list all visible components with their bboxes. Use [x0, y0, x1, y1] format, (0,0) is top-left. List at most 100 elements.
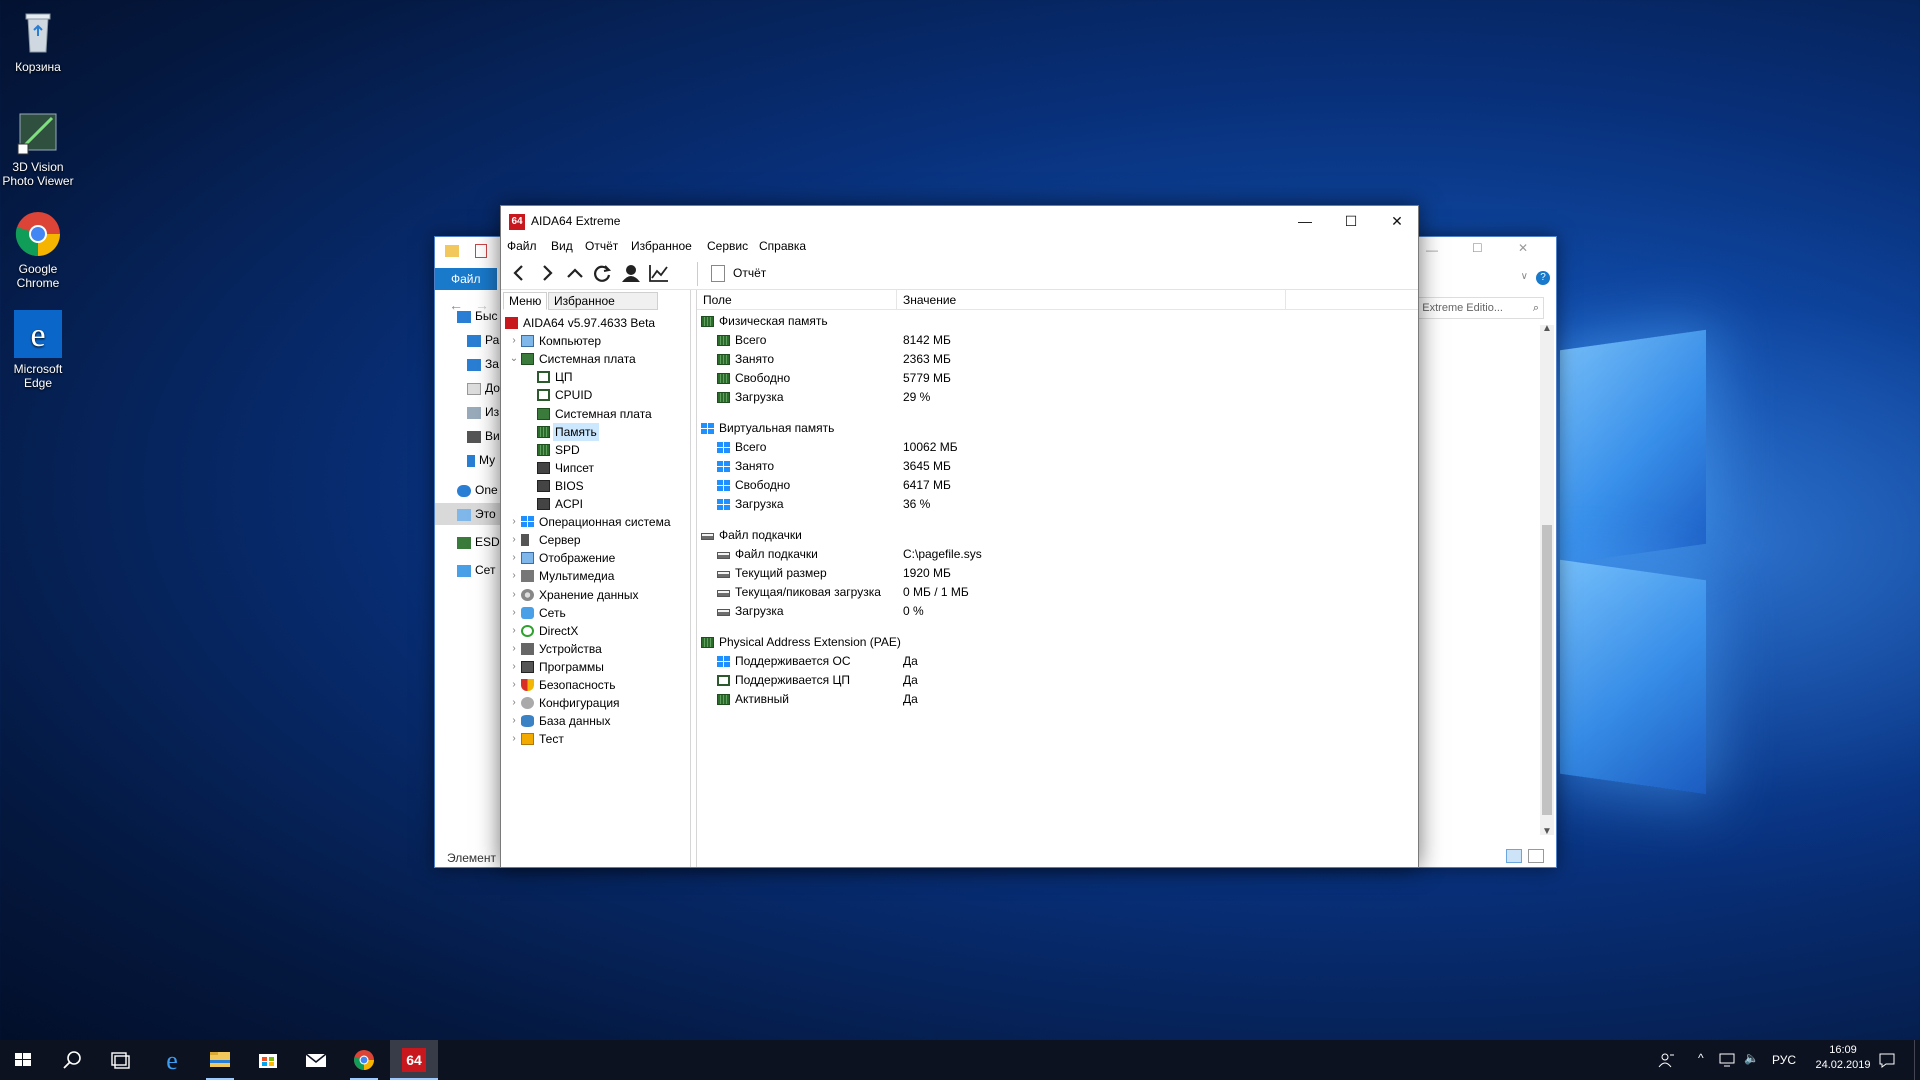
maximize-button[interactable]: ☐: [1472, 241, 1483, 255]
chevron-down-icon[interactable]: ∨: [1521, 271, 1528, 282]
chart-button[interactable]: [647, 262, 671, 284]
aida-titlebar[interactable]: 64 AIDA64 Extreme — ☐ ✕: [501, 206, 1418, 236]
tree-item-label: Сеть: [539, 605, 566, 620]
desktop-icon-google-chrome[interactable]: Google Chrome: [0, 210, 76, 290]
show-desktop-button[interactable]: [1914, 1040, 1920, 1080]
chevron-right-icon[interactable]: ›: [509, 567, 519, 585]
desktop-icon-microsoft-edge[interactable]: e Microsoft Edge: [0, 310, 76, 390]
nav-item-esd[interactable]: ESD: [457, 531, 501, 553]
forward-button[interactable]: [535, 262, 559, 284]
close-button[interactable]: ✕: [1374, 206, 1420, 236]
chevron-down-icon[interactable]: ⌄: [509, 350, 519, 368]
notifications-icon[interactable]: [1878, 1052, 1896, 1068]
desktop-icon-3d-vision[interactable]: 3D Vision Photo Viewer: [0, 108, 76, 188]
display-icon: [521, 552, 534, 565]
minimize-button[interactable]: —: [1426, 243, 1438, 257]
tree-item-label: Сервер: [539, 533, 581, 548]
chevron-right-icon[interactable]: ›: [509, 658, 519, 676]
field-label: Загрузка: [735, 604, 784, 618]
memory-icon: [717, 373, 730, 384]
column-field[interactable]: Поле: [697, 290, 897, 310]
network-tray-icon[interactable]: [1718, 1052, 1736, 1068]
taskbar-aida64[interactable]: 64: [390, 1040, 438, 1080]
windows-logo-pane-bottom: [1560, 559, 1706, 795]
tab-menu[interactable]: Меню: [503, 292, 548, 310]
taskbar-mail[interactable]: [292, 1040, 340, 1080]
nav-item-network[interactable]: Сет: [457, 559, 501, 581]
scrollbar-thumb[interactable]: [1542, 525, 1552, 815]
scroll-up-icon[interactable]: ▲: [1542, 323, 1552, 334]
tree-item-label: Устройства: [539, 641, 602, 656]
chevron-right-icon[interactable]: ›: [509, 694, 519, 712]
field-value: 0 МБ / 1 МБ: [903, 585, 969, 599]
column-value[interactable]: Значение: [897, 290, 1286, 310]
clock[interactable]: 16:09 24.02.2019: [1808, 1044, 1878, 1071]
chevron-right-icon[interactable]: ›: [509, 622, 519, 640]
menu-service[interactable]: Сервис: [707, 239, 748, 253]
taskbar-file-explorer[interactable]: [196, 1040, 244, 1080]
menu-help[interactable]: Справка: [759, 239, 806, 253]
close-button[interactable]: ✕: [1518, 241, 1528, 255]
tree-item-label: SPD: [555, 442, 580, 457]
chevron-right-icon[interactable]: ›: [509, 640, 519, 658]
up-button[interactable]: [563, 262, 587, 284]
chevron-left-icon: [513, 265, 523, 281]
volume-icon[interactable]: 🔈: [1744, 1051, 1759, 1065]
desktop-icon-recycle-bin[interactable]: Корзина: [0, 8, 76, 74]
details-view-icon[interactable]: [1506, 849, 1522, 863]
back-button[interactable]: [507, 262, 531, 284]
chevron-right-icon[interactable]: ›: [509, 676, 519, 694]
show-hidden-icons-icon[interactable]: ^: [1698, 1051, 1704, 1065]
aida64-window[interactable]: 64 AIDA64 Extreme — ☐ ✕ Файл Вид Отчёт И…: [500, 205, 1419, 868]
taskbar-store[interactable]: [244, 1040, 292, 1080]
task-view-button[interactable]: [96, 1040, 144, 1080]
aida64-icon: 64: [402, 1048, 426, 1072]
chevron-right-icon[interactable]: ›: [509, 513, 519, 531]
chevron-right-icon[interactable]: ›: [509, 586, 519, 604]
chevron-right-icon[interactable]: ›: [509, 730, 519, 748]
menu-bar: Файл Вид Отчёт Избранное Сервис Справка: [501, 236, 1418, 256]
chevron-right-icon[interactable]: ›: [509, 549, 519, 567]
people-icon[interactable]: [1658, 1051, 1676, 1069]
acpi-icon: [537, 498, 550, 510]
maximize-button[interactable]: ☐: [1328, 206, 1374, 236]
tree-item-label: Отображение: [539, 551, 616, 566]
chevron-right-icon[interactable]: ›: [509, 531, 519, 549]
explorer-search-input[interactable]: 64 Extreme Editio... ⌕: [1404, 297, 1544, 319]
explorer-window-controls: — ☐ ✕: [1416, 237, 1556, 268]
user-button[interactable]: [619, 262, 643, 284]
menu-view[interactable]: Вид: [551, 239, 573, 253]
nav-item-quick-access[interactable]: Быс: [457, 305, 501, 327]
tab-favorites[interactable]: Избранное: [548, 292, 658, 310]
ribbon-file-tab[interactable]: Файл: [435, 268, 497, 290]
menu-file[interactable]: Файл: [507, 239, 537, 253]
help-icon[interactable]: ?: [1536, 271, 1550, 285]
chevron-right-icon[interactable]: ›: [509, 712, 519, 730]
edge-icon: e: [14, 310, 62, 358]
menu-favorites[interactable]: Избранное: [631, 239, 692, 253]
explorer-scrollbar[interactable]: ▲ ▼: [1540, 323, 1554, 837]
report-button[interactable]: Отчёт: [709, 264, 766, 284]
search-button[interactable]: [48, 1040, 96, 1080]
navigation-pane: Меню Избранное AIDA64 v5.97.4633 Beta › Ко…: [501, 290, 691, 867]
minimize-button[interactable]: —: [1282, 206, 1328, 236]
taskbar-edge[interactable]: e: [148, 1040, 196, 1080]
nav-label: До: [485, 381, 500, 395]
taskbar-chrome[interactable]: [340, 1040, 388, 1080]
memory-icon: [717, 354, 730, 365]
chevron-right-icon[interactable]: ›: [509, 332, 519, 350]
large-icons-view-icon[interactable]: [1528, 849, 1544, 863]
language-indicator[interactable]: РУС: [1772, 1053, 1796, 1067]
tree-item-label: CPUID: [555, 388, 593, 403]
nav-item-this-pc[interactable]: Это: [435, 503, 501, 525]
chevron-right-icon[interactable]: ›: [509, 604, 519, 622]
desktop-icon-label: Корзина: [15, 60, 61, 74]
nav-label: Это: [475, 507, 496, 521]
start-button[interactable]: [0, 1040, 48, 1080]
scroll-down-icon[interactable]: ▼: [1542, 826, 1552, 837]
refresh-button[interactable]: [591, 262, 615, 284]
window-title: AIDA64 Extreme: [531, 214, 621, 228]
clock-date: 24.02.2019: [1815, 1059, 1871, 1071]
menu-report[interactable]: Отчёт: [585, 239, 618, 253]
nav-item-onedrive[interactable]: One: [457, 479, 501, 501]
